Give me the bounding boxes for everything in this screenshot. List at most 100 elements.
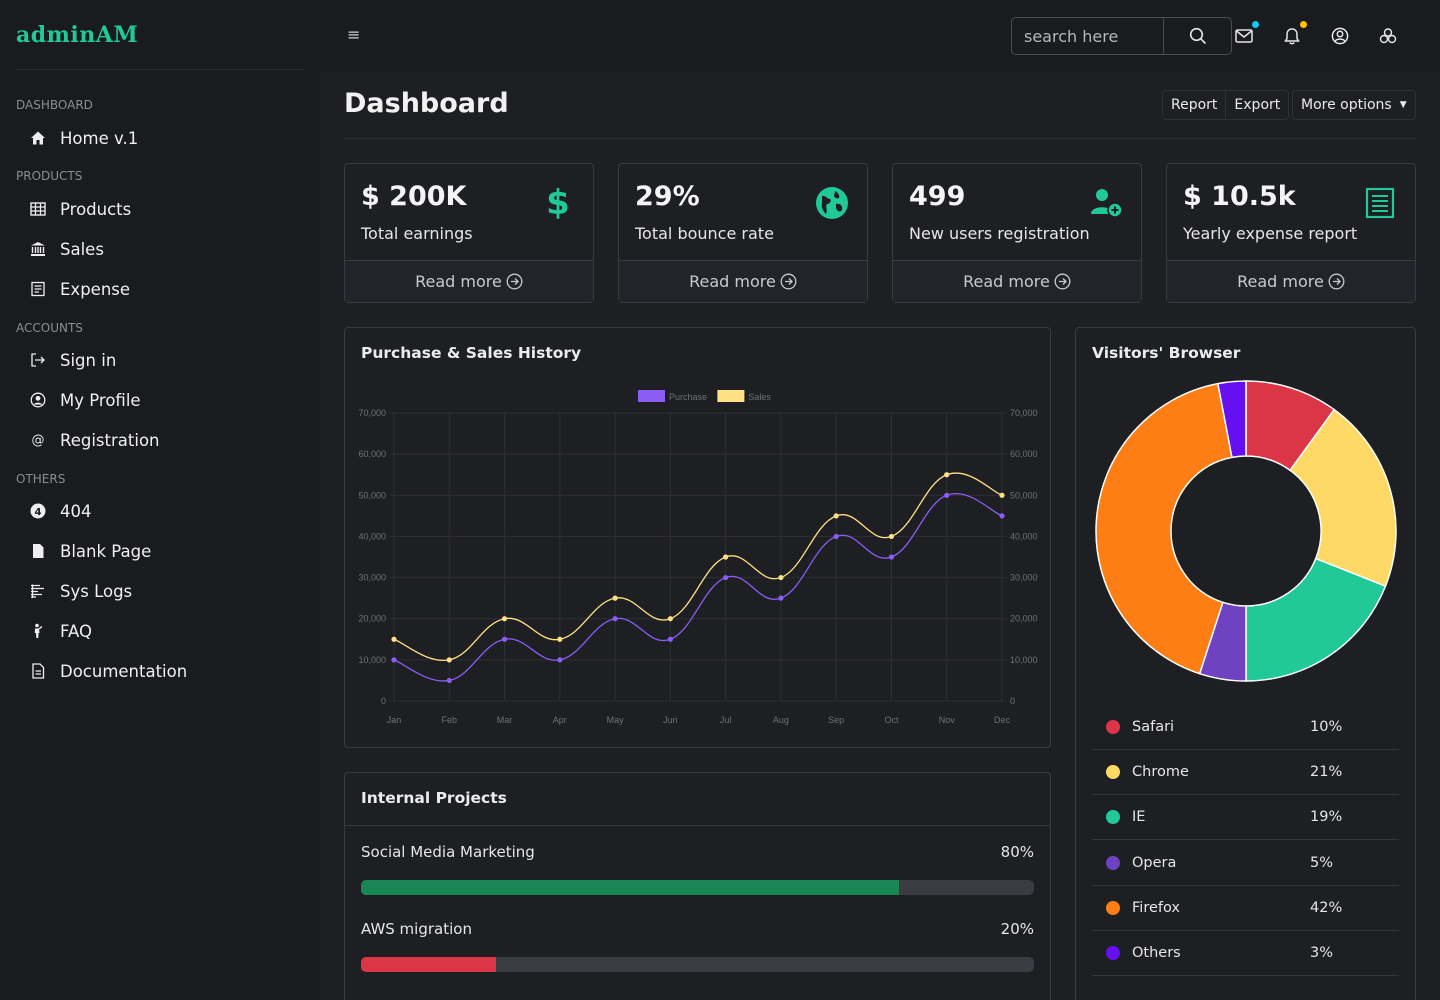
dollar-icon: $ — [546, 183, 570, 223]
stat-card-earnings: $ 200K Total earnings $ Read more — [344, 163, 594, 303]
sidebar-item-label: FAQ — [60, 621, 92, 641]
stat-value: 29% — [635, 181, 700, 212]
x-tick-label: Nov — [939, 715, 956, 725]
bell-icon — [1284, 27, 1300, 44]
legend-row-chrome: Chrome 21% — [1092, 750, 1399, 796]
progress-fill — [361, 880, 900, 895]
search-box — [1011, 17, 1232, 55]
report-button[interactable]: Report — [1163, 91, 1227, 119]
sidebar-item-products[interactable]: Products — [30, 196, 131, 222]
bank-icon — [30, 241, 46, 257]
project-percent: 80% — [1000, 843, 1034, 861]
brand-logo[interactable]: adminAM — [16, 22, 138, 48]
user-icon — [1331, 27, 1349, 45]
stat-label: New users registration — [909, 224, 1090, 243]
stat-card-bounce: 29% Total bounce rate Read more — [618, 163, 868, 303]
x-tick-label: Feb — [442, 715, 458, 725]
export-button[interactable]: Export — [1226, 91, 1288, 119]
section-title-dashboard: DASHBOARD — [16, 98, 93, 112]
y-tick-label-left: 50,000 — [358, 490, 386, 500]
notifications-button[interactable] — [1282, 21, 1307, 46]
sidebar-item-404[interactable]: 4 404 — [30, 498, 92, 524]
y-tick-label-right: 20,000 — [1010, 614, 1038, 624]
sign-in-icon — [30, 352, 46, 368]
table-icon — [30, 201, 46, 217]
arrow-circle-right-icon — [1328, 273, 1345, 290]
sidebar-item-label: Sales — [60, 239, 104, 259]
read-more-label: Read more — [1237, 272, 1324, 291]
person-icon — [30, 623, 46, 639]
sidebar-item-expense[interactable]: Expense — [30, 276, 130, 302]
stat-value: $ 10.5k — [1183, 181, 1296, 212]
sidebar-item-label: My Profile — [60, 390, 141, 410]
data-point-sales — [778, 574, 784, 581]
x-tick-label: Mar — [497, 715, 513, 725]
sidebar-item-registration[interactable]: @ Registration — [30, 427, 160, 453]
menu-toggle-icon[interactable]: ≡ — [347, 26, 363, 44]
data-point-purchase — [723, 574, 729, 581]
line-chart: 0 0 10,000 10,000 20,000 20,000 30,000 30,000 40… — [358, 390, 1038, 725]
browser-name: Firefox — [1132, 899, 1180, 916]
legend-label: Sales — [748, 392, 771, 402]
sidebar-item-sales[interactable]: Sales — [30, 236, 104, 262]
data-point-sales — [833, 513, 839, 519]
data-point-sales — [944, 472, 950, 478]
legend-dot — [1106, 765, 1120, 780]
read-more-link[interactable]: Read more — [345, 260, 593, 302]
x-tick-label: Jul — [720, 715, 732, 725]
data-point-sales — [667, 616, 673, 622]
apps-button[interactable] — [1378, 26, 1398, 46]
stat-label: Yearly expense report — [1183, 224, 1358, 243]
divider — [16, 69, 304, 70]
read-more-link[interactable]: Read more — [893, 260, 1141, 302]
read-more-link[interactable]: Read more — [619, 260, 867, 302]
arrow-circle-right-icon — [780, 273, 797, 290]
y-tick-label-left: 20,000 — [358, 614, 386, 624]
divider — [345, 825, 1050, 826]
y-tick-label-right: 30,000 — [1010, 573, 1038, 583]
sidebar-item-label: Sys Logs — [60, 581, 133, 601]
user-circle-icon — [30, 392, 46, 408]
legend-dot — [1106, 810, 1120, 825]
stat-value: $ 200K — [361, 181, 467, 212]
y-tick-label-right: 40,000 — [1010, 531, 1038, 541]
more-options-dropdown[interactable]: More options ▼ — [1292, 90, 1416, 120]
sidebar-item-home[interactable]: Home v.1 — [30, 125, 138, 151]
series-line-sales — [393, 472, 1003, 662]
sidebar-item-my-profile[interactable]: My Profile — [30, 387, 141, 413]
read-more-label: Read more — [689, 272, 776, 291]
project-name: AWS migration — [361, 920, 472, 938]
sidebar-item-documentation[interactable]: Documentation — [30, 658, 187, 684]
browser-name: Chrome — [1132, 764, 1189, 781]
search-input[interactable] — [1012, 18, 1164, 54]
search-button[interactable] — [1164, 18, 1231, 54]
sidebar-item-sign-in[interactable]: Sign in — [30, 347, 116, 373]
arrow-circle-right-icon — [506, 273, 523, 290]
sidebar-item-faq[interactable]: FAQ — [30, 618, 92, 644]
internal-projects-panel: Internal Projects Social Media Marketing… — [344, 772, 1051, 1000]
legend-row-opera: Opera 5% — [1092, 841, 1399, 886]
arrow-circle-right-icon — [1054, 273, 1071, 290]
browser-percent: 3% — [1310, 945, 1334, 961]
read-more-link[interactable]: Read more — [1167, 260, 1415, 302]
sidebar-item-label: Sign in — [60, 350, 117, 370]
sidebar-item-label: Home v.1 — [60, 128, 139, 148]
data-point-purchase — [999, 513, 1005, 519]
messages-button[interactable] — [1234, 21, 1259, 46]
legend-row-ie: IE 19% — [1092, 795, 1399, 841]
stat-card-users: 499 New users registration Read more — [892, 163, 1142, 303]
legend-swatch — [717, 390, 745, 402]
user-plus-icon — [1089, 186, 1123, 220]
profile-button[interactable] — [1330, 26, 1350, 46]
sidebar-item-sys-logs[interactable]: Sys Logs — [30, 578, 132, 604]
progress-bar — [361, 880, 1034, 895]
section-title-accounts: ACCOUNTS — [16, 321, 83, 335]
legend-row-others: Others 3% — [1092, 931, 1399, 976]
sidebar-item-blank-page[interactable]: Blank Page — [30, 538, 151, 564]
legend-row-safari: Safari 10% — [1092, 705, 1399, 750]
globe-icon — [815, 186, 849, 220]
donut-slice-firefox — [1095, 382, 1233, 675]
x-tick-label: Jan — [387, 715, 402, 725]
y-tick-label-right: 70,000 — [1010, 408, 1038, 418]
number-4-icon: 4 — [30, 503, 46, 519]
